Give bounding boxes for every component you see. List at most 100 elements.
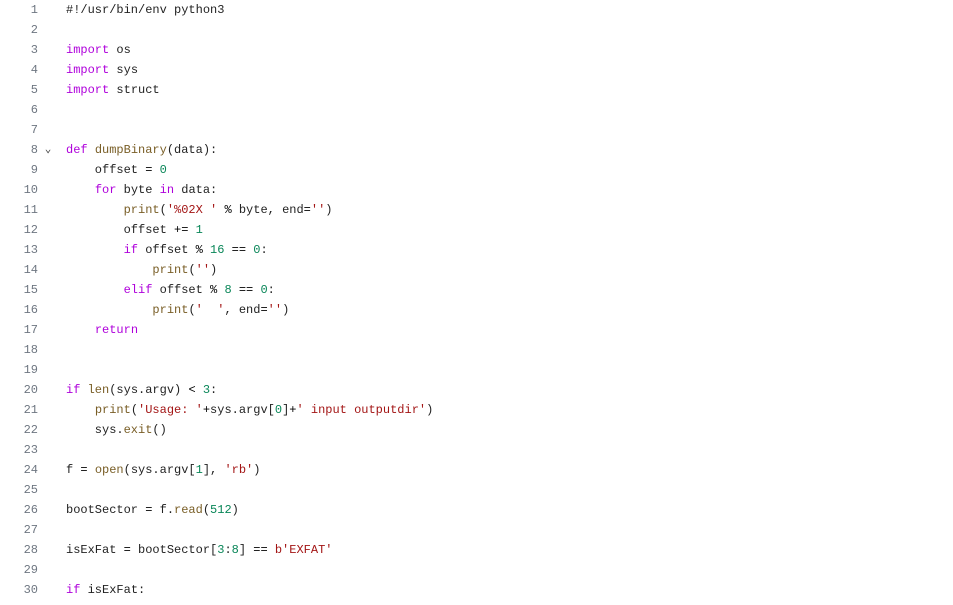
line-number[interactable]: 21 [0,400,38,420]
code-content[interactable]: offset = 0 [58,160,167,180]
code-content[interactable]: print('Usage: '+sys.argv[0]+' input outp… [58,400,433,420]
token-num: 8 [232,543,239,557]
line-number[interactable]: 13 [0,240,38,260]
code-line[interactable]: 22 sys.exit() [0,420,953,440]
code-line[interactable]: 12 offset += 1 [0,220,953,240]
code-content[interactable]: bootSector = f.read(512) [58,500,239,520]
code-line[interactable]: 23 [0,440,953,460]
code-editor[interactable]: 1 #!/usr/bin/env python3 23 import os 4 impor… [0,0,953,600]
line-number[interactable]: 18 [0,340,38,360]
code-line[interactable]: 20 if len(sys.argv) < 3: [0,380,953,400]
fold-gutter[interactable]: ⌄ [38,140,58,160]
code-line[interactable]: 26 bootSector = f.read(512) [0,500,953,520]
code-content[interactable]: import struct [58,80,160,100]
code-line[interactable]: 9 offset = 0 [0,160,953,180]
code-content[interactable]: if len(sys.argv) < 3: [58,380,217,400]
code-content[interactable]: elif offset % 8 == 0: [58,280,275,300]
code-line[interactable]: 30 if isExFat: [0,580,953,600]
token-kw: in [160,183,174,197]
line-number[interactable]: 27 [0,520,38,540]
code-content[interactable]: isExFat = bootSector[3:8] == b'EXFAT' [58,540,332,560]
token-nm [80,383,87,397]
token-kw: if [66,383,80,397]
code-line[interactable]: 27 [0,520,953,540]
code-content[interactable]: return [58,320,138,340]
code-content[interactable]: f = open(sys.argv[1], 'rb') [58,460,260,480]
code-content[interactable]: for byte in data: [58,180,217,200]
code-line[interactable]: 25 [0,480,953,500]
code-line[interactable]: 18 [0,340,953,360]
line-number[interactable]: 24 [0,460,38,480]
code-line[interactable]: 11 print('%02X ' % byte, end='') [0,200,953,220]
line-number[interactable]: 3 [0,40,38,60]
code-content[interactable]: print('') [58,260,217,280]
code-line[interactable]: 5 import struct [0,80,953,100]
token-fn: open [95,463,124,477]
code-line[interactable]: 15 elif offset % 8 == 0: [0,280,953,300]
code-content[interactable]: print('%02X ' % byte, end='') [58,200,332,220]
line-number[interactable]: 6 [0,100,38,120]
token-nm: , end [224,303,260,317]
code-content[interactable]: if offset % 16 == 0: [58,240,268,260]
line-number[interactable]: 12 [0,220,38,240]
line-number[interactable]: 25 [0,480,38,500]
code-content[interactable]: #!/usr/bin/env python3 [58,0,224,20]
line-number[interactable]: 1 [0,0,38,20]
code-content[interactable]: import os [58,40,131,60]
line-number[interactable]: 22 [0,420,38,440]
code-line[interactable]: 10 for byte in data: [0,180,953,200]
line-number[interactable]: 17 [0,320,38,340]
line-number[interactable]: 8 [0,140,38,160]
code-line[interactable]: 21 print('Usage: '+sys.argv[0]+' input o… [0,400,953,420]
token-nm: offset [66,223,174,237]
line-number[interactable]: 23 [0,440,38,460]
line-number[interactable]: 4 [0,60,38,80]
token-fn: print [152,303,188,317]
token-nm: sys.argv[ [210,403,275,417]
code-line[interactable]: 8 ⌄ def dumpBinary(data): [0,140,953,160]
line-number[interactable]: 28 [0,540,38,560]
line-number[interactable]: 2 [0,20,38,40]
code-content[interactable]: print(' ', end='') [58,300,289,320]
code-line[interactable]: 1 #!/usr/bin/env python3 [0,0,953,20]
line-number[interactable]: 19 [0,360,38,380]
line-number[interactable]: 11 [0,200,38,220]
line-number[interactable]: 30 [0,580,38,600]
line-number[interactable]: 5 [0,80,38,100]
code-line[interactable]: 13 if offset % 16 == 0: [0,240,953,260]
line-number[interactable]: 20 [0,380,38,400]
line-number[interactable]: 14 [0,260,38,280]
code-line[interactable]: 28 isExFat = bootSector[3:8] == b'EXFAT' [0,540,953,560]
line-number[interactable]: 7 [0,120,38,140]
code-line[interactable]: 17 return [0,320,953,340]
token-kw: def [66,143,88,157]
token-op: = [80,463,87,477]
code-line[interactable]: 24 f = open(sys.argv[1], 'rb') [0,460,953,480]
code-content[interactable]: sys.exit() [58,420,167,440]
line-number[interactable]: 15 [0,280,38,300]
token-nm: ( [188,303,195,317]
line-number[interactable]: 16 [0,300,38,320]
code-line[interactable]: 4 import sys [0,60,953,80]
token-op: % [224,203,231,217]
code-line[interactable]: 3 import os [0,40,953,60]
line-number[interactable]: 29 [0,560,38,580]
code-line[interactable]: 7 [0,120,953,140]
code-content[interactable]: import sys [58,60,138,80]
token-nm: ) [282,303,289,317]
code-content[interactable]: if isExFat: [58,580,145,600]
code-line[interactable]: 2 [0,20,953,40]
code-line[interactable]: 19 [0,360,953,380]
code-content[interactable]: def dumpBinary(data): [58,140,217,160]
chevron-down-icon[interactable]: ⌄ [45,140,52,160]
code-line[interactable]: 16 print(' ', end='') [0,300,953,320]
code-line[interactable]: 6 [0,100,953,120]
line-number[interactable]: 26 [0,500,38,520]
code-line[interactable]: 29 [0,560,953,580]
code-content[interactable]: offset += 1 [58,220,203,240]
code-line[interactable]: 14 print('') [0,260,953,280]
token-nm: isExFat [66,543,124,557]
line-number[interactable]: 10 [0,180,38,200]
token-fn: dumpBinary [95,143,167,157]
line-number[interactable]: 9 [0,160,38,180]
